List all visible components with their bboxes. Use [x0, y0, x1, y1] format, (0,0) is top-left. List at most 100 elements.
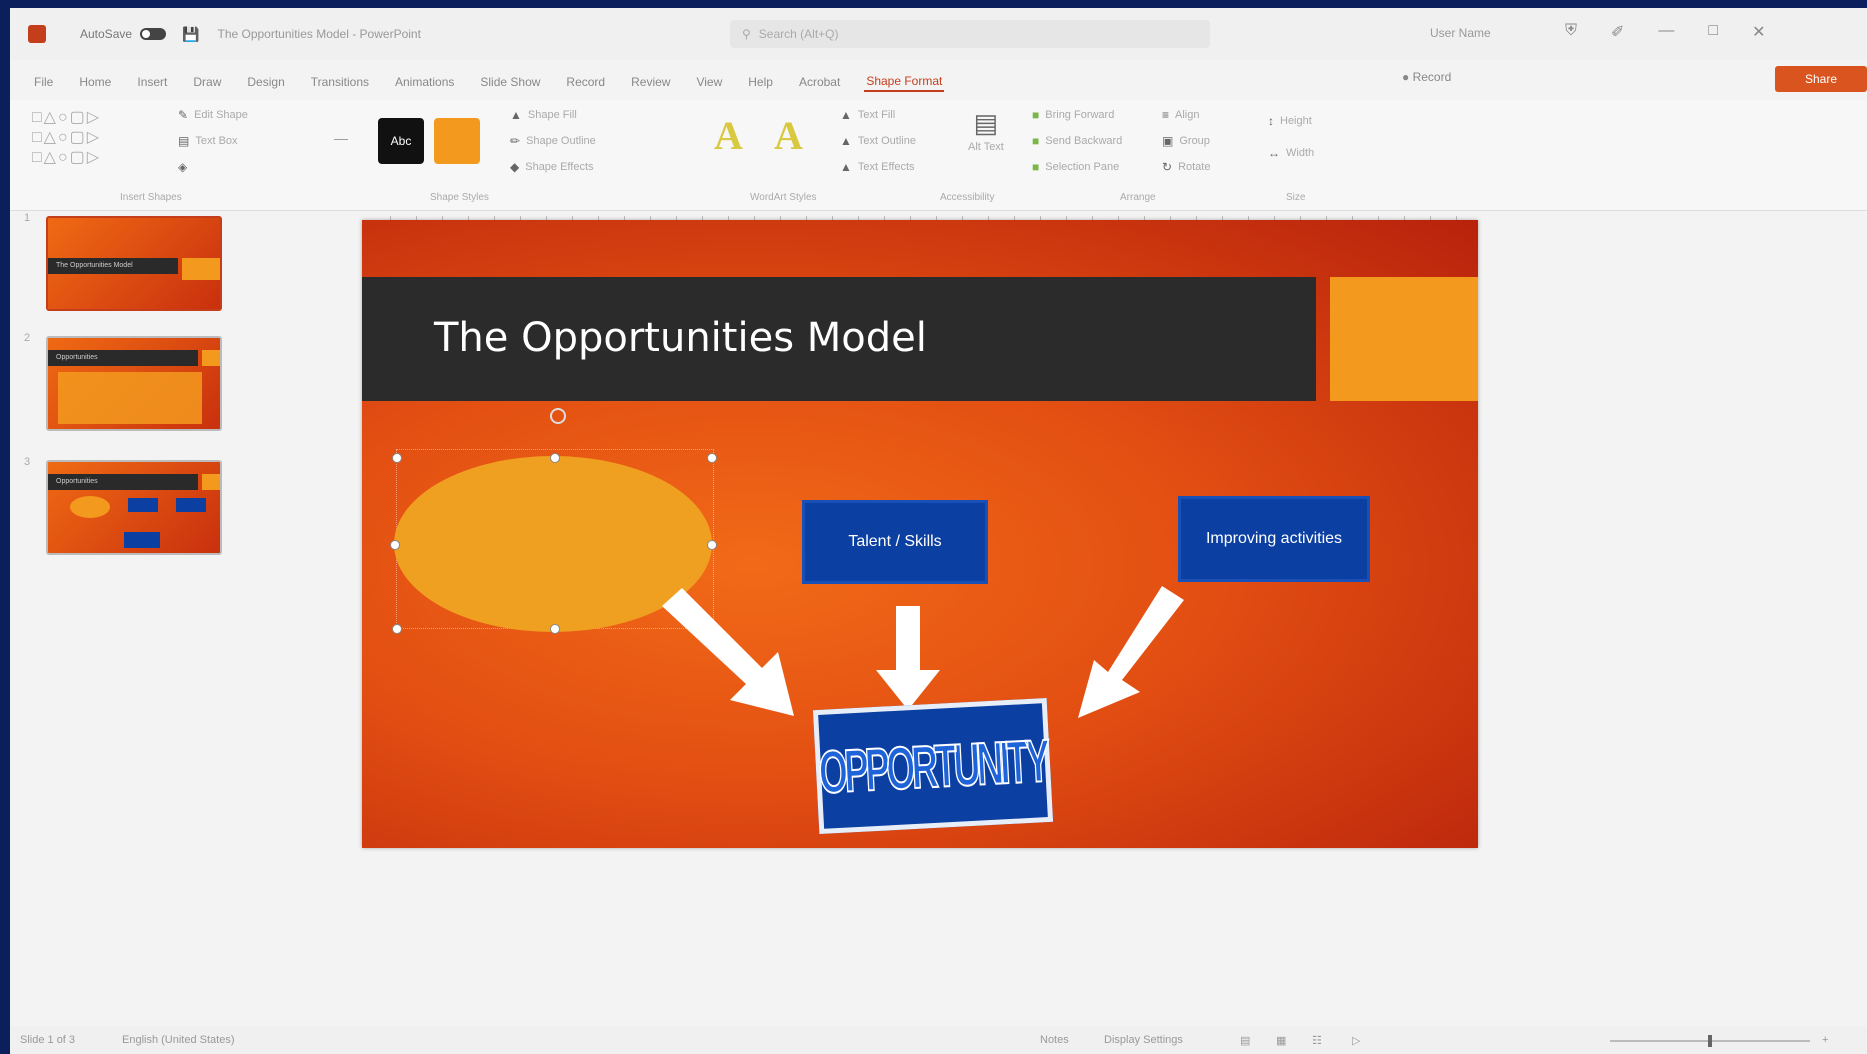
- text-outline-button[interactable]: ▲ Text Outline: [840, 134, 916, 148]
- tab-draw[interactable]: Draw: [191, 73, 223, 91]
- edit-shape-icon: ✎: [178, 108, 189, 122]
- shield-icon[interactable]: ⛨: [1565, 22, 1577, 42]
- arrange-group-label: Arrange: [1120, 192, 1156, 203]
- arrow-from-talent: [876, 606, 940, 710]
- share-button[interactable]: Share: [1775, 66, 1867, 92]
- reading-view-icon[interactable]: ☷: [1312, 1034, 1322, 1047]
- close-icon[interactable]: ✕: [1752, 22, 1765, 42]
- maximize-icon[interactable]: □: [1708, 22, 1718, 42]
- shape-style-dark[interactable]: Abc: [378, 118, 424, 164]
- normal-view-icon[interactable]: ▤: [1240, 1034, 1250, 1047]
- tab-transitions[interactable]: Transitions: [309, 73, 371, 91]
- tab-home[interactable]: Home: [77, 73, 113, 91]
- slide-sorter-icon[interactable]: ▦: [1276, 1034, 1286, 1047]
- text-effects-button[interactable]: ▲ Text Effects: [840, 160, 915, 174]
- slide-thumbnail-2[interactable]: Opportunities: [46, 336, 222, 431]
- tab-view[interactable]: View: [694, 73, 724, 91]
- tab-record[interactable]: Record: [564, 73, 607, 91]
- slide-thumbnails-pane: 1 The Opportunities Model 2 Opportunitie…: [10, 208, 250, 1028]
- group-label: Group: [1179, 135, 1210, 147]
- slide-thumbnail-3[interactable]: Opportunities: [46, 460, 222, 555]
- align-button[interactable]: ≡ Align: [1162, 108, 1199, 122]
- display-settings-button[interactable]: Display Settings: [1104, 1034, 1183, 1046]
- alt-text-button[interactable]: ▤ Alt Text: [968, 108, 1004, 153]
- autosave-label: AutoSave: [80, 27, 133, 41]
- accessibility-group-label: Accessibility: [940, 192, 995, 203]
- selection-pane-button[interactable]: ■ Selection Pane: [1032, 160, 1119, 174]
- shape-outline-button[interactable]: ✏ Shape Outline: [510, 134, 596, 148]
- merge-shapes-icon: ◈: [178, 160, 188, 174]
- shape-fill-button[interactable]: ▲ Shape Fill: [510, 108, 577, 122]
- user-name[interactable]: User Name: [1430, 26, 1491, 40]
- search-box[interactable]: ⚲ Search (Alt+Q): [730, 20, 1210, 48]
- tab-slide-show[interactable]: Slide Show: [478, 73, 542, 91]
- edit-shape-button[interactable]: ✎ Edit Shape: [178, 108, 248, 122]
- tab-design[interactable]: Design: [245, 73, 286, 91]
- zoom-in-button[interactable]: +: [1822, 1034, 1828, 1046]
- align-icon: ≡: [1162, 108, 1170, 122]
- opportunity-text: OPPORTUNITY: [817, 726, 1050, 806]
- rotate-label: Rotate: [1178, 161, 1211, 173]
- slideshow-icon[interactable]: ▷: [1352, 1034, 1360, 1047]
- save-icon[interactable]: 💾: [182, 26, 199, 43]
- thumb-title: Opportunities: [56, 478, 98, 485]
- slide-canvas[interactable]: The Opportunities Model Talent / Skills …: [362, 220, 1478, 848]
- shape-effects-button[interactable]: ◆ Shape Effects: [510, 160, 594, 174]
- bring-forward-icon: ■: [1032, 108, 1040, 122]
- tab-animations[interactable]: Animations: [393, 73, 456, 91]
- rotate-icon: ↻: [1162, 160, 1173, 174]
- minimize-icon[interactable]: —: [1658, 22, 1674, 42]
- language-indicator[interactable]: English (United States): [122, 1034, 235, 1046]
- tab-shape-format[interactable]: Shape Format: [864, 72, 945, 92]
- group-button[interactable]: ▣ Group: [1162, 134, 1210, 148]
- zoom-slider-knob[interactable]: [1708, 1035, 1712, 1047]
- tab-acrobat[interactable]: Acrobat: [797, 73, 842, 91]
- tab-insert[interactable]: Insert: [135, 73, 169, 91]
- text-outline-label: Text Outline: [857, 135, 916, 147]
- text-fill-button[interactable]: ▲ Text Fill: [840, 108, 895, 122]
- arrow-from-activities: [1078, 586, 1184, 718]
- shape-styles-group-label: Shape Styles: [430, 192, 489, 203]
- alt-text-icon: ▤: [973, 108, 999, 138]
- tab-review[interactable]: Review: [629, 73, 672, 91]
- opportunity-stamp[interactable]: OPPORTUNITY: [812, 697, 1054, 835]
- text-box-button[interactable]: ▤ Text Box: [178, 134, 238, 148]
- pen-outline-icon: ✏: [510, 134, 521, 148]
- slide-thumbnail-1[interactable]: The Opportunities Model: [46, 216, 222, 311]
- height-field[interactable]: ↕ Height: [1268, 114, 1312, 128]
- styles-scroll-left-icon[interactable]: —: [334, 130, 348, 146]
- shapes-gallery[interactable]: □△○▢▷ □△○▢▷ □△○▢▷: [32, 108, 162, 170]
- notes-button[interactable]: Notes: [1040, 1034, 1069, 1046]
- bring-forward-button[interactable]: ■ Bring Forward: [1032, 108, 1114, 122]
- pen-icon[interactable]: ✐: [1611, 22, 1624, 42]
- search-placeholder: Search (Alt+Q): [758, 27, 839, 41]
- wordart-style-2[interactable]: A: [774, 112, 803, 159]
- merge-shapes-button[interactable]: ◈: [178, 160, 187, 174]
- shape-fill-label: Shape Fill: [527, 109, 577, 121]
- rotate-button[interactable]: ↻ Rotate: [1162, 160, 1210, 174]
- tab-help[interactable]: Help: [746, 73, 775, 91]
- send-backward-button[interactable]: ■ Send Backward: [1032, 134, 1122, 148]
- document-title: The Opportunities Model - PowerPoint: [217, 27, 421, 41]
- text-box-icon: ▤: [178, 134, 190, 148]
- autosave-toggle[interactable]: [140, 28, 167, 40]
- thumb-title: Opportunities: [56, 354, 98, 361]
- powerpoint-window: AutoSave 💾 The Opportunities Model - Pow…: [10, 8, 1867, 1054]
- send-backward-label: Send Backward: [1045, 135, 1123, 147]
- record-button[interactable]: ● Record: [1402, 70, 1451, 84]
- record-label: Record: [1412, 70, 1452, 84]
- width-field[interactable]: ↔ Width: [1268, 146, 1314, 160]
- group-icon: ▣: [1162, 134, 1174, 148]
- wordart-style-1[interactable]: A: [714, 112, 743, 159]
- window-controls: ⛨ ✐ — □ ✕: [1565, 22, 1766, 42]
- wordart-group-label: WordArt Styles: [750, 192, 817, 203]
- shape-style-orange[interactable]: [434, 118, 480, 164]
- title-bar: AutoSave 💾 The Opportunities Model - Pow…: [10, 8, 1867, 60]
- thumb-number: 3: [24, 456, 31, 468]
- bring-forward-label: Bring Forward: [1045, 109, 1115, 121]
- shape-effects-label: Shape Effects: [525, 161, 594, 173]
- insert-shapes-group-label: Insert Shapes: [120, 192, 182, 203]
- edit-shape-label: Edit Shape: [194, 109, 248, 121]
- tab-file[interactable]: File: [32, 73, 55, 91]
- effects-icon: ◆: [510, 160, 520, 174]
